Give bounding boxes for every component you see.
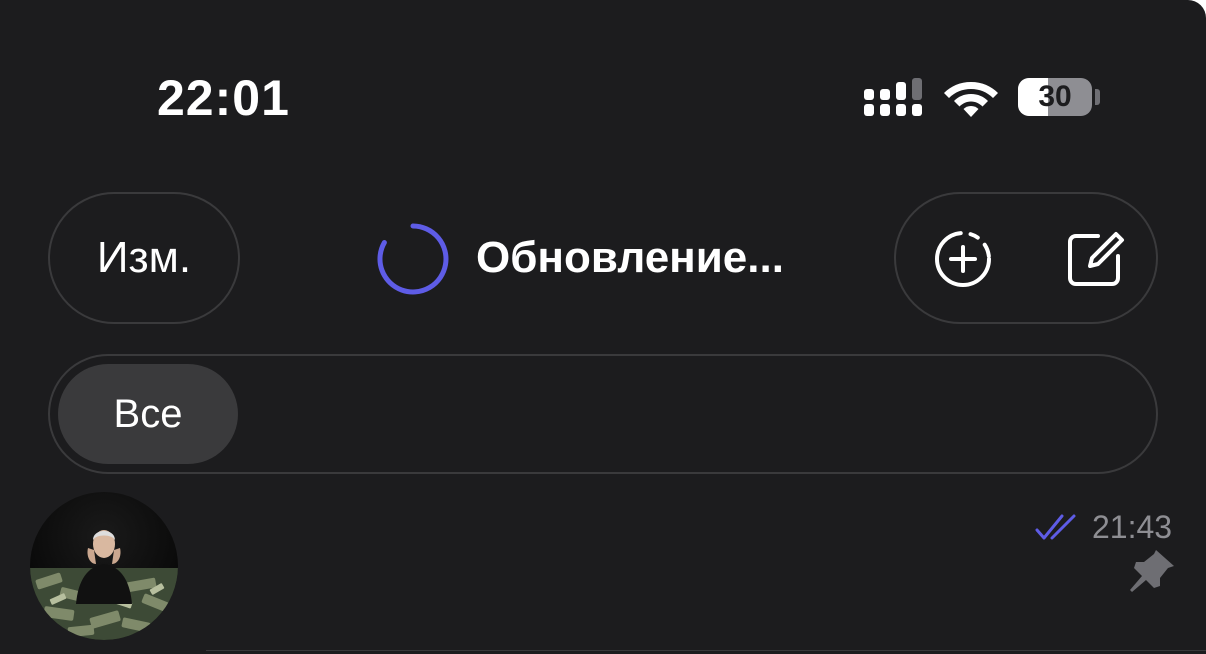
edit-button[interactable]: Изм. xyxy=(48,192,240,324)
avatar[interactable] xyxy=(30,492,178,640)
edit-button-label: Изм. xyxy=(96,233,192,282)
message-time: 21:43 xyxy=(1092,509,1173,545)
compose-icon[interactable] xyxy=(1064,228,1126,290)
battery-body: 30 xyxy=(1018,78,1092,116)
page-title: Обновление... xyxy=(476,233,784,282)
chat-row-divider xyxy=(206,650,1206,651)
tab-all[interactable]: Все xyxy=(58,364,238,464)
battery-cap xyxy=(1095,89,1100,105)
header-actions xyxy=(894,192,1158,324)
double-check-icon xyxy=(1035,514,1076,540)
new-story-icon[interactable] xyxy=(932,228,994,290)
battery-percentage: 30 xyxy=(1038,80,1072,113)
wifi-icon xyxy=(944,82,998,117)
loading-spinner-icon xyxy=(377,223,449,295)
battery-icon: 30 xyxy=(1018,78,1094,118)
pin-icon xyxy=(1130,550,1174,592)
cellular-signal-icon xyxy=(864,78,922,116)
folder-filter-bar: Все xyxy=(48,354,1158,474)
tab-all-label: Все xyxy=(113,391,183,436)
chat-list-screen: 22:01 30 Изм. Обновление... Все 21:43 xyxy=(0,0,1206,654)
status-time: 22:01 xyxy=(157,70,290,126)
